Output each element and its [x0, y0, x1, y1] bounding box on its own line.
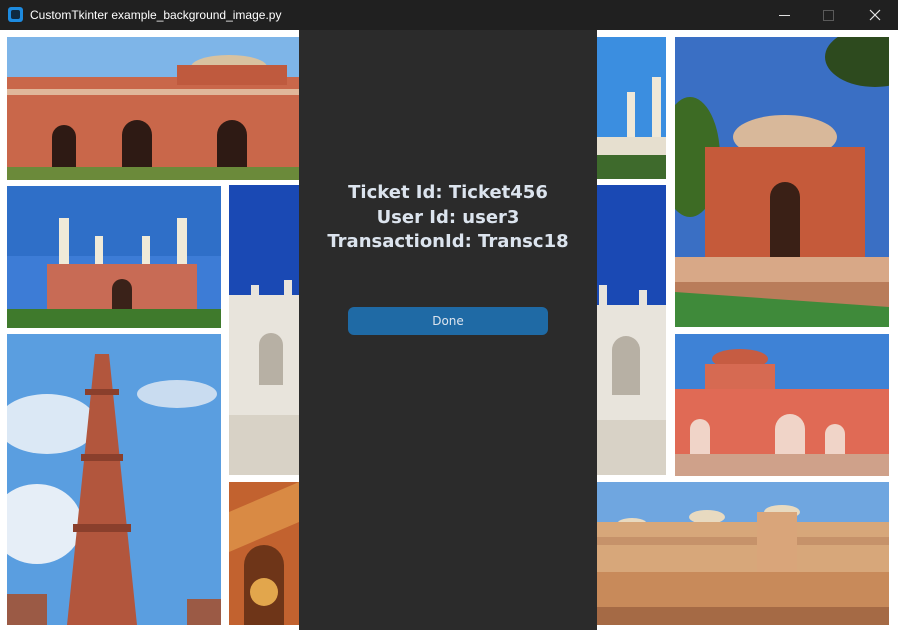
- red-fort-photo: [7, 37, 299, 180]
- minimize-button[interactable]: [762, 0, 808, 30]
- app-icon: [8, 7, 23, 22]
- window-title: CustomTkinter example_background_image.p…: [30, 8, 282, 22]
- ticket-info-panel: Ticket Id: Ticket456 User Id: user3 Tran…: [299, 30, 597, 630]
- title-bar: CustomTkinter example_background_image.p…: [0, 0, 898, 30]
- akbar-tomb-photo: [7, 186, 221, 328]
- qutub-minar-photo: [7, 334, 221, 625]
- taj-mahal-minarets-photo: [597, 37, 666, 179]
- humayun-tomb-photo: [675, 37, 889, 327]
- maximize-button[interactable]: [806, 0, 852, 30]
- red-pavilion-photo: [675, 334, 889, 476]
- ticket-id-label: Ticket Id: Ticket456: [348, 182, 548, 203]
- amber-fort-photo: [597, 482, 889, 625]
- user-id-label: User Id: user3: [376, 207, 520, 228]
- fatehpur-detail-photo: [229, 482, 299, 625]
- done-button[interactable]: Done: [348, 307, 548, 335]
- taj-mahal-right-photo: [597, 185, 666, 475]
- close-button[interactable]: [852, 0, 898, 30]
- transaction-id-label: TransactionId: Transc18: [327, 231, 569, 252]
- close-icon: [869, 9, 881, 21]
- taj-mahal-left-photo: [229, 185, 299, 475]
